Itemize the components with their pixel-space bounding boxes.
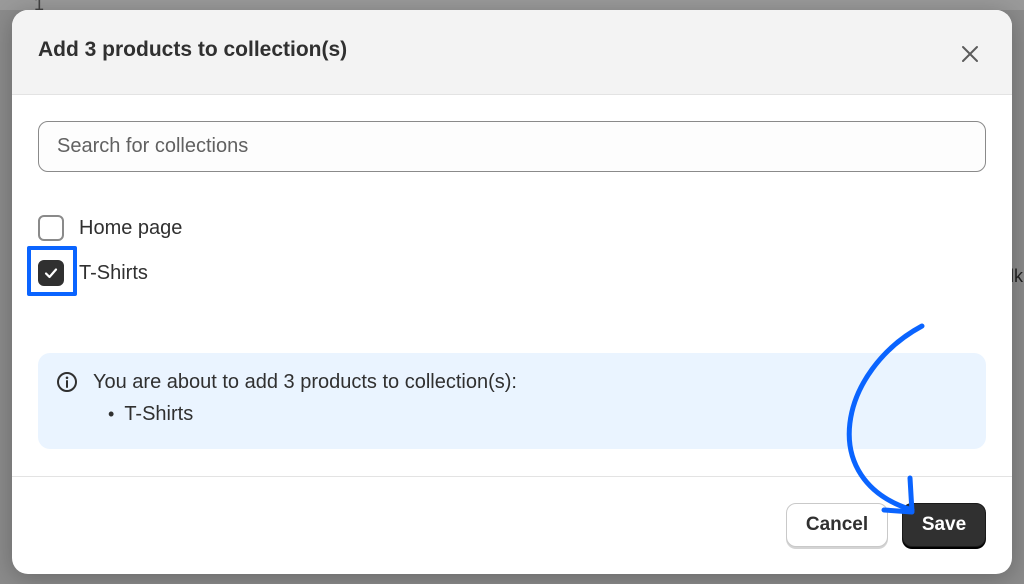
add-to-collection-dialog: Add 3 products to collection(s) Home pag… — [12, 10, 1012, 574]
t-shirts-checkbox[interactable] — [38, 260, 64, 286]
cancel-button[interactable]: Cancel — [786, 503, 888, 547]
dialog-header: Add 3 products to collection(s) — [12, 10, 1012, 95]
dialog-title: Add 3 products to collection(s) — [38, 38, 348, 61]
collection-item-t-shirts[interactable]: T-Shirts — [38, 258, 148, 288]
collection-item-home-page[interactable]: Home page — [38, 213, 182, 243]
banner-list-item: T-Shirts — [108, 403, 193, 426]
search-input[interactable] — [38, 121, 986, 172]
footer-divider — [12, 476, 1012, 477]
close-button[interactable] — [952, 36, 988, 72]
background-row — [0, 0, 1024, 10]
info-icon — [57, 372, 77, 392]
collection-label: T-Shirts — [79, 261, 148, 284]
banner-list: T-Shirts — [108, 403, 193, 426]
info-banner: You are about to add 3 products to colle… — [38, 353, 986, 449]
save-button[interactable]: Save — [902, 503, 986, 547]
home-page-checkbox[interactable] — [38, 215, 64, 241]
checkmark-icon — [44, 268, 58, 279]
collection-label: Home page — [79, 216, 183, 239]
banner-message: You are about to add 3 products to colle… — [93, 371, 517, 393]
close-icon — [962, 46, 978, 62]
